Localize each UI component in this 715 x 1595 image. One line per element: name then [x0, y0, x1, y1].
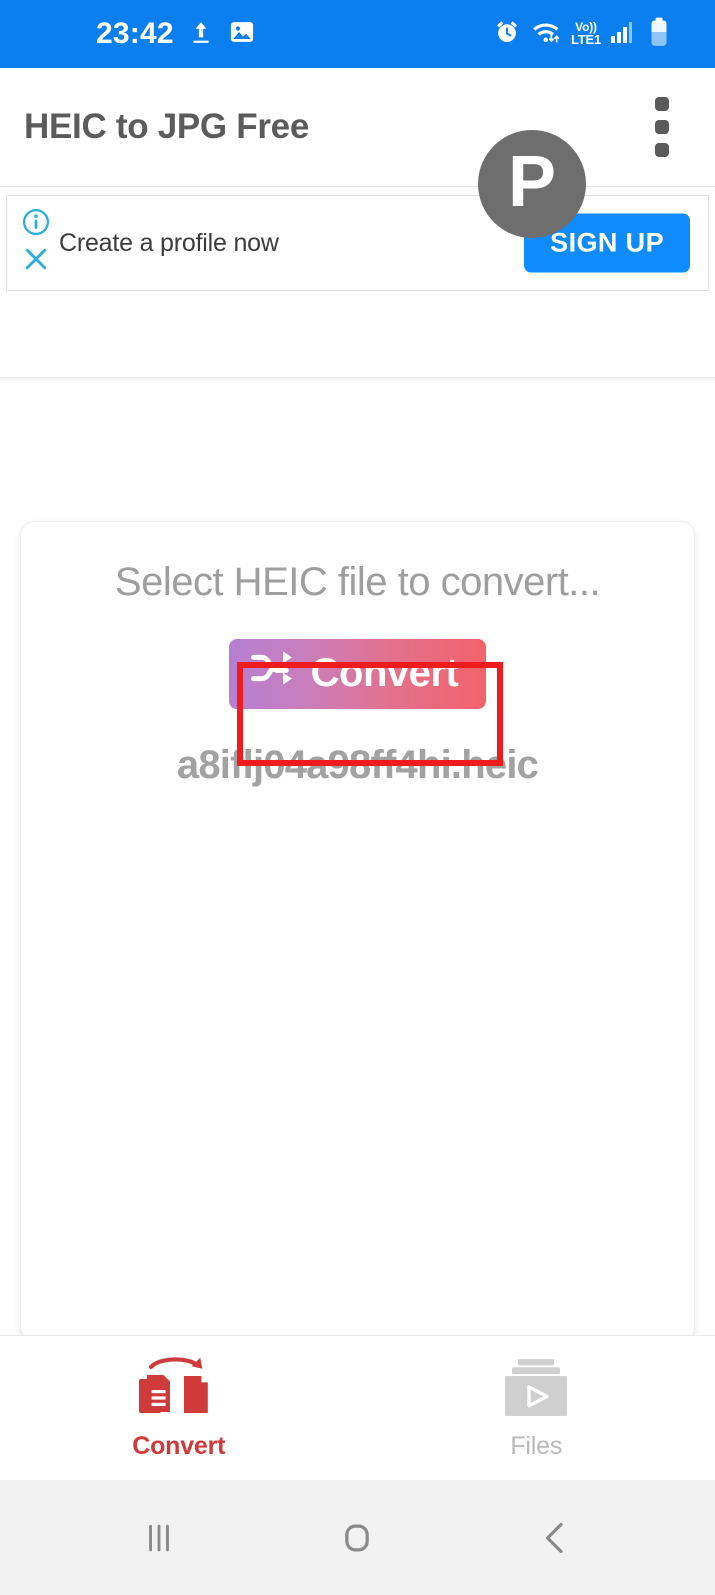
- volte-icon: Vo)) LTE1: [570, 21, 601, 47]
- main-content: Select HEIC file to convert... Convert a…: [0, 381, 715, 1341]
- tab-files-label: Files: [510, 1431, 563, 1460]
- convert-button[interactable]: Convert: [228, 639, 487, 709]
- convert-card: Select HEIC file to convert... Convert a…: [20, 521, 695, 1341]
- home-icon[interactable]: [312, 1493, 402, 1583]
- volte-bottom-label: LTE1: [570, 31, 601, 47]
- android-nav-bar: [0, 1480, 715, 1595]
- ad-message: Create a profile now: [59, 228, 279, 257]
- page-title: HEIC to JPG Free: [24, 107, 309, 146]
- files-play-icon: [496, 1356, 576, 1418]
- convert-button-label: Convert: [310, 650, 459, 695]
- shuffle-icon: [250, 650, 297, 696]
- tab-convert-label: Convert: [132, 1431, 226, 1460]
- convert-button-wrap: Convert: [21, 639, 694, 709]
- overflow-dot: [655, 97, 669, 111]
- avatar-letter: P: [507, 142, 557, 222]
- ad-banner[interactable]: Create a profile now SIGN UP: [6, 195, 709, 291]
- info-icon[interactable]: [21, 207, 51, 242]
- bottom-tab-bar: Convert Files: [0, 1335, 715, 1480]
- avatar[interactable]: P: [478, 130, 586, 238]
- more-vertical-icon[interactable]: [649, 91, 675, 163]
- status-bar-left: 23:42: [0, 18, 256, 51]
- upload-icon: [188, 18, 214, 51]
- overflow-dot: [655, 120, 669, 134]
- back-icon[interactable]: [511, 1493, 601, 1583]
- battery-icon: [649, 17, 669, 52]
- photo-icon: [228, 18, 256, 51]
- ad-zone: Create a profile now SIGN UP: [0, 187, 715, 291]
- recents-icon[interactable]: [114, 1493, 204, 1583]
- status-clock: 23:42: [96, 17, 174, 50]
- app-bar: HEIC to JPG Free P: [0, 68, 715, 238]
- alarm-icon: [493, 18, 521, 51]
- tab-convert[interactable]: Convert: [0, 1336, 358, 1480]
- status-bar: 23:42 Vo)) LTE1: [0, 0, 715, 68]
- overflow-dot: [655, 143, 669, 157]
- signal-icon: [610, 19, 640, 50]
- document-convert-icon: [133, 1356, 225, 1418]
- ad-banner-icons: [21, 207, 51, 279]
- status-bar-right: Vo)) LTE1: [493, 17, 697, 52]
- wifi-icon: [530, 18, 562, 51]
- tab-files[interactable]: Files: [358, 1336, 715, 1480]
- selected-file-name: a8iflj04a98ff4hi.heic: [176, 743, 539, 787]
- close-icon[interactable]: [21, 244, 51, 279]
- ad-spacer: [0, 291, 715, 377]
- select-file-hint: Select HEIC file to convert...: [114, 560, 601, 604]
